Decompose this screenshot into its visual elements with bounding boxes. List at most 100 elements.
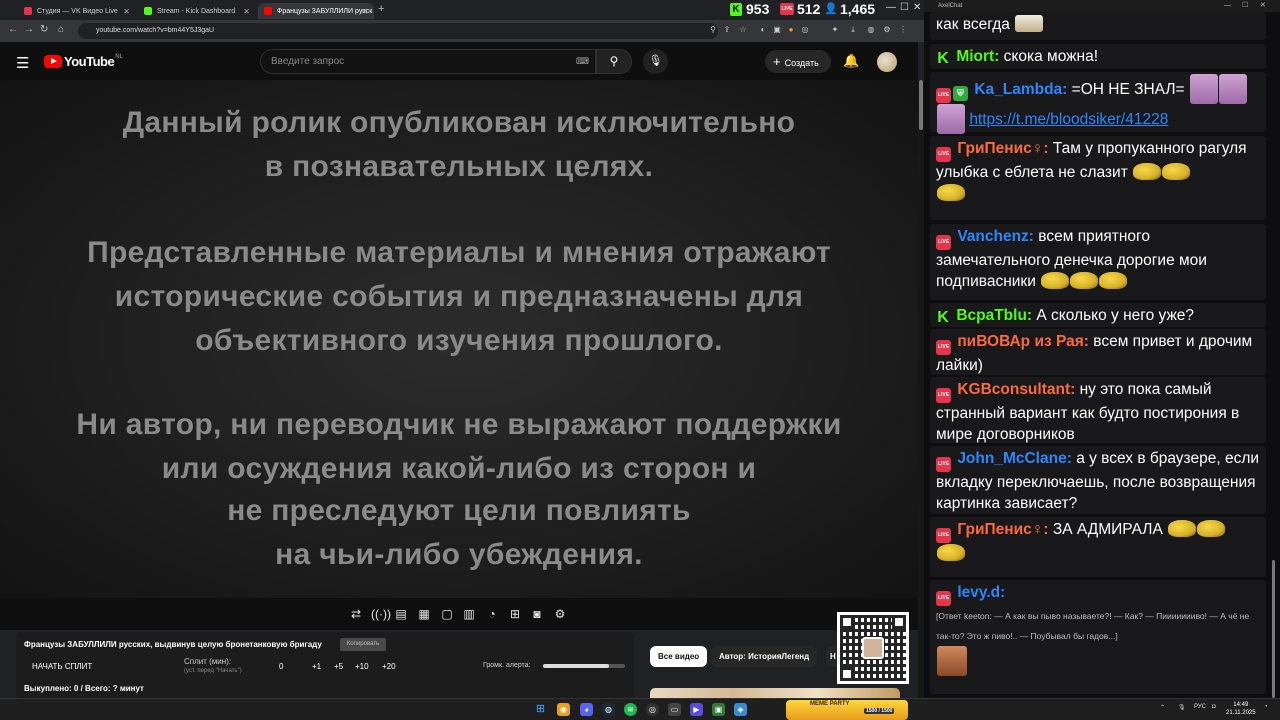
plus-icon: +	[773, 54, 781, 69]
alert-volume-slider[interactable]	[543, 664, 625, 668]
media-icon[interactable]: ▶	[690, 703, 703, 716]
meme-party-widget[interactable]: MEME PARTY 1500 / 1500	[786, 700, 908, 720]
profile-icon[interactable]: ◍	[866, 25, 876, 35]
chat-username[interactable]: Ka_Lambda:	[974, 81, 1067, 98]
youtube-logo[interactable]: YouTube NL	[44, 54, 123, 69]
chat-username[interactable]: John_McClane:	[957, 450, 1072, 467]
chat-scrollbar[interactable]	[1272, 560, 1275, 698]
frames-icon[interactable]: ▥	[461, 606, 477, 622]
close-icon[interactable]: ✕	[361, 7, 368, 16]
bookmark-star-icon[interactable]: ☆	[738, 25, 748, 35]
split-step-button[interactable]: +5	[334, 662, 343, 671]
close-icon[interactable]: ✕	[1260, 0, 1266, 12]
chat-username[interactable]: ГриПенис♀:	[957, 521, 1048, 538]
close-window-icon[interactable]: ✕	[913, 2, 921, 13]
app-icon[interactable]: ▣	[712, 703, 725, 716]
vk-live-icon: LIVE	[936, 457, 951, 472]
more-icon[interactable]: ⋮	[898, 25, 908, 35]
menu-icon[interactable]: ☰	[16, 54, 29, 72]
chip-author[interactable]: Автор: ИсторияЛегенд	[711, 646, 818, 667]
copy-button[interactable]: Копировать	[340, 638, 386, 651]
chrome-icon[interactable]: ◉	[557, 703, 570, 716]
spotify-icon[interactable]: ≋	[624, 703, 637, 716]
share-icon[interactable]: ⇪	[722, 25, 732, 35]
chat-username[interactable]: levy.d:	[957, 584, 1005, 601]
tab-kick-dashboard[interactable]: Stream - Kick Dashboard ✕	[138, 3, 256, 19]
search-button[interactable]: ⚲	[596, 49, 632, 74]
search-input[interactable]: Введите запрос	[260, 49, 596, 74]
split-step-button[interactable]: +20	[382, 662, 396, 671]
download-icon[interactable]: ⤓	[848, 25, 858, 35]
reload-icon[interactable]: ↻	[40, 24, 48, 35]
chat-username[interactable]: ГриПенис♀:	[957, 140, 1048, 157]
extension-icon[interactable]: ▣	[772, 25, 782, 35]
search-icon[interactable]: ⚲	[708, 25, 718, 35]
split-panel: Французы ЗАБУЛЛИЛИ русских, выдвинув цел…	[16, 632, 634, 698]
create-label: Создать	[784, 58, 819, 68]
url-input[interactable]: youtube.com/watch?v=bm44Y5J3gaU	[78, 23, 718, 39]
home-icon[interactable]: ⌂	[58, 24, 64, 35]
settings-icon[interactable]: ⚙	[882, 25, 892, 35]
broadcast-icon[interactable]: ((·))	[371, 606, 391, 622]
video-text-line: объективного изучения прошлого.	[195, 324, 723, 357]
avatar[interactable]	[877, 52, 897, 72]
clapper-icon[interactable]: ▦	[416, 606, 432, 622]
obs-icon[interactable]: ◎	[646, 703, 659, 716]
close-icon[interactable]: ✕	[123, 7, 130, 16]
windows-start-icon[interactable]: ⊞	[534, 703, 547, 716]
screen-record-icon[interactable]: ▤	[393, 606, 409, 622]
tab-vk-studio[interactable]: Студия — VK Видео Live ✕	[18, 3, 136, 19]
speed-gauge-icon[interactable]: ◔	[484, 606, 500, 622]
system-clock[interactable]: 14:49 21.11.2025	[1226, 701, 1256, 717]
notifications-bell-icon[interactable]: 🔔	[843, 53, 859, 69]
maximize-icon[interactable]: ☐	[900, 2, 909, 13]
app-icon[interactable]: ▭	[668, 703, 681, 716]
extension-icon[interactable]: ●	[786, 25, 796, 35]
add-frame-icon[interactable]: ⊞	[507, 606, 523, 622]
qr-finder	[892, 615, 906, 629]
puzzle-icon[interactable]: ✦	[830, 25, 840, 35]
picture-in-picture-icon[interactable]: ▢	[439, 606, 455, 622]
chip-all-videos[interactable]: Все видео	[650, 646, 708, 667]
split-step-button[interactable]: +1	[312, 662, 321, 671]
close-icon[interactable]: ✕	[243, 7, 250, 16]
vk-live-icon: LIVE	[936, 591, 951, 606]
video-player[interactable]: Данный ролик опубликован исключительно в…	[0, 80, 918, 598]
create-button[interactable]: + Создать	[765, 50, 831, 73]
forward-icon[interactable]: →	[24, 24, 34, 35]
keyboard-icon[interactable]: ⌨	[576, 56, 589, 67]
camera-icon[interactable]: ◙	[529, 606, 545, 622]
extension-icon[interactable]: ◎	[800, 25, 810, 35]
voice-search-button[interactable]: 🎙	[643, 49, 668, 74]
video-thumbnail[interactable]	[650, 688, 900, 698]
back-icon[interactable]: ←	[8, 24, 18, 35]
mic-icon[interactable]: 🎙	[1178, 704, 1186, 711]
chat-username[interactable]: Miort:	[956, 48, 999, 65]
moderator-shield-icon: ⛨	[953, 86, 968, 101]
gear-icon[interactable]: ⚙	[552, 606, 568, 622]
network-icon[interactable]: ◘	[1212, 704, 1216, 710]
message-link[interactable]: https://t.me/bloodsiker/41228	[969, 111, 1168, 128]
minimize-icon[interactable]: —	[1224, 0, 1231, 12]
split-step-button[interactable]: +10	[355, 662, 369, 671]
loop-icon[interactable]: ⇄	[348, 606, 364, 622]
vk-live-icon: LIVE	[936, 147, 951, 162]
chat-username[interactable]: KGBconsultant:	[957, 381, 1075, 398]
minimize-icon[interactable]: —	[886, 2, 896, 13]
split-footer: Выкуплено: 0 / Всего: ? минут	[24, 684, 144, 693]
chat-username[interactable]: пиВОВАр из Рая:	[957, 333, 1089, 350]
steam-icon[interactable]: ◍	[602, 703, 615, 716]
extension-icon[interactable]: ◐	[758, 25, 768, 35]
new-tab-button[interactable]: +	[378, 3, 384, 15]
chat-username[interactable]: Vanchenz:	[957, 228, 1034, 245]
tray-overflow-icon[interactable]: ⌃	[1160, 704, 1165, 711]
app-icon[interactable]: ◈	[734, 703, 747, 716]
start-split-button[interactable]: НАЧАТЬ СПЛИТ	[32, 662, 92, 671]
notifications-icon[interactable]: ◔	[1264, 704, 1268, 710]
chat-message: K ВсраТblu: А сколько у него уже?	[930, 303, 1266, 327]
language-indicator[interactable]: РУС	[1194, 704, 1206, 710]
chat-username[interactable]: ВсраТblu:	[956, 307, 1032, 324]
discord-icon[interactable]: ◕	[580, 703, 593, 716]
tab-youtube-video[interactable]: Французы ЗАБУЛЛИЛИ русск ✕	[258, 3, 374, 19]
maximize-icon[interactable]: ☐	[1242, 0, 1248, 12]
